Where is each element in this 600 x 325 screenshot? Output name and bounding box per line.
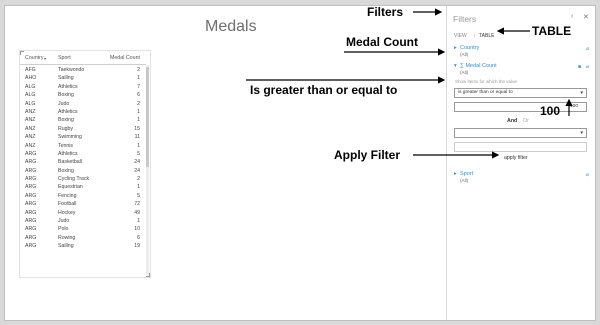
annotation-arrows xyxy=(246,8,573,159)
